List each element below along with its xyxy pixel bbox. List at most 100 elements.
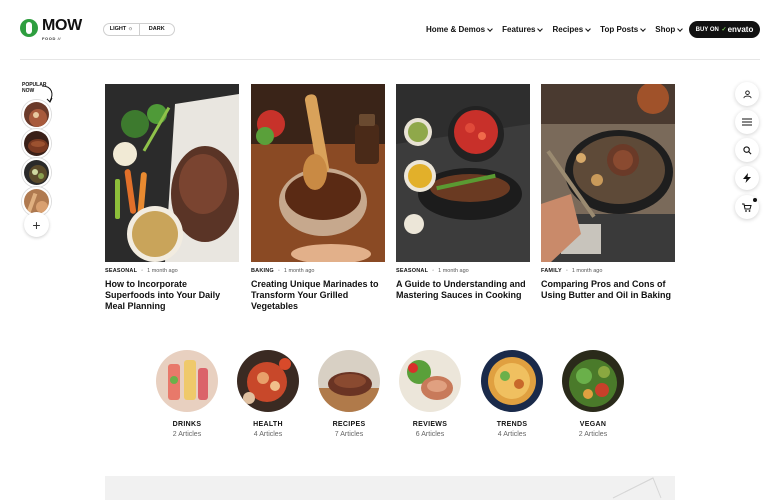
nav-label: Shop [655, 25, 676, 34]
article-time: 1 month ago [283, 268, 315, 274]
clock-icon: ◦ [432, 268, 435, 274]
article-card[interactable]: SEASONAL ◦ 1 month ago How to Incorporat… [105, 84, 239, 312]
category-name: RECIPES [332, 421, 366, 428]
nav-item-recipes[interactable]: Recipes [552, 25, 592, 34]
article-meta: FAMILY ◦ 1 month ago [541, 268, 675, 274]
article-time: 1 month ago [438, 268, 469, 274]
add-popular-button[interactable]: + [24, 212, 49, 237]
category-image[interactable] [156, 350, 218, 412]
article-meta: SEASONAL ◦ 1 month ago [396, 268, 530, 274]
header-divider [20, 59, 760, 60]
theme-toggle: LIGHT ☼ DARK [103, 23, 175, 36]
category-drinks[interactable]: DRINKS 2 Articles [156, 350, 218, 438]
promo-banner [105, 476, 675, 500]
popular-thumb-2[interactable] [22, 129, 51, 158]
cart-badge [753, 198, 757, 202]
category-count: 7 Articles [334, 431, 364, 438]
article-time: 1 month ago [147, 268, 178, 274]
nav-label: Top Posts [600, 25, 639, 34]
account-button[interactable] [735, 82, 759, 106]
trending-button[interactable] [735, 166, 759, 190]
chevron-down-icon [677, 25, 684, 32]
menu-icon [742, 118, 752, 126]
article-image[interactable] [251, 84, 385, 262]
page: MOW FOOD // LIGHT ☼ DARK Home & Demos Fe… [0, 0, 780, 500]
article-category[interactable]: SEASONAL [105, 268, 137, 274]
category-count: 4 Articles [497, 431, 527, 438]
article-meta: SEASONAL ◦ 1 month ago [105, 268, 239, 274]
category-name: HEALTH [253, 421, 283, 428]
category-health[interactable]: HEALTH 4 Articles [237, 350, 299, 438]
buy-prefix: BUY ON [695, 26, 719, 33]
article-card[interactable]: BAKING ◦ 1 month ago Creating Unique Mar… [251, 84, 385, 312]
nav-label: Home & Demos [426, 25, 486, 34]
article-category[interactable]: SEASONAL [396, 268, 428, 274]
cart-button[interactable] [735, 195, 759, 219]
user-icon [742, 89, 752, 98]
category-name: DRINKS [172, 421, 202, 428]
theme-dark-option[interactable]: DARK [140, 24, 175, 35]
bolt-icon [743, 173, 751, 183]
category-count: 2 Articles [578, 431, 608, 438]
category-count: 6 Articles [415, 431, 445, 438]
popular-thumb-3[interactable] [22, 158, 51, 187]
clock-icon: ◦ [141, 268, 144, 274]
category-image[interactable] [399, 350, 461, 412]
category-name: TRENDS [496, 421, 528, 428]
nav-item-home-demos[interactable]: Home & Demos [426, 25, 493, 34]
search-icon [742, 145, 751, 154]
article-title[interactable]: Creating Unique Marinades to Transform Y… [251, 279, 385, 312]
article-title[interactable]: How to Incorporate Superfoods into Your … [105, 279, 239, 312]
category-vegan[interactable]: VEGAN 2 Articles [562, 350, 624, 438]
buy-brand: envato [727, 25, 754, 34]
logo-subtitle: FOOD // [42, 36, 62, 41]
category-image[interactable] [237, 350, 299, 412]
chevron-down-icon [487, 25, 493, 32]
buy-on-envato-button[interactable]: BUY ON ✓ envato [689, 21, 760, 38]
category-trends[interactable]: TRENDS 4 Articles [481, 350, 543, 438]
category-image[interactable] [562, 350, 624, 412]
logo-text: MOW [42, 17, 82, 34]
site-logo[interactable]: MOW FOOD // [20, 17, 82, 41]
article-meta: BAKING ◦ 1 month ago [251, 268, 385, 274]
nav-label: Recipes [552, 25, 584, 34]
category-count: 2 Articles [172, 431, 202, 438]
envato-leaf-icon: ✓ [719, 27, 727, 33]
chevron-down-icon [537, 25, 544, 32]
article-title[interactable]: A Guide to Understanding and Mastering S… [396, 279, 530, 301]
article-card[interactable]: FAMILY ◦ 1 month ago Comparing Pros and … [541, 84, 675, 301]
article-category[interactable]: BAKING [251, 268, 274, 274]
paper-plane-icon [612, 477, 662, 499]
nav-label: Features [502, 25, 536, 34]
article-image[interactable] [541, 84, 675, 262]
search-button[interactable] [735, 138, 759, 162]
main-nav: Home & Demos Features Recipes Top Posts … [426, 25, 684, 34]
article-time: 1 month ago [571, 268, 603, 274]
chevron-down-icon [585, 25, 592, 32]
logo-mark-icon [20, 19, 38, 37]
category-name: REVIEWS [412, 421, 448, 428]
menu-button[interactable] [735, 110, 759, 134]
article-category[interactable]: FAMILY [541, 268, 562, 274]
chevron-down-icon [640, 25, 647, 32]
theme-light-option[interactable]: LIGHT ☼ [104, 24, 140, 35]
category-name: VEGAN [579, 421, 607, 428]
plus-icon: + [32, 216, 41, 233]
article-image[interactable] [396, 84, 530, 262]
category-image[interactable] [481, 350, 543, 412]
clock-icon: ◦ [277, 268, 280, 274]
article-image[interactable] [105, 84, 239, 262]
article-title[interactable]: Comparing Pros and Cons of Using Butter … [541, 279, 675, 301]
nav-item-top-posts[interactable]: Top Posts [600, 25, 647, 34]
article-card[interactable]: SEASONAL ◦ 1 month ago A Guide to Unders… [396, 84, 530, 301]
nav-item-shop[interactable]: Shop [655, 25, 684, 34]
category-image[interactable] [318, 350, 380, 412]
popular-thumb-1[interactable] [22, 100, 51, 129]
cart-icon [742, 203, 752, 212]
clock-icon: ◦ [565, 268, 568, 274]
category-recipes[interactable]: RECIPES 7 Articles [318, 350, 380, 438]
category-count: 4 Articles [253, 431, 283, 438]
nav-item-features[interactable]: Features [502, 25, 544, 34]
category-reviews[interactable]: REVIEWS 6 Articles [399, 350, 461, 438]
site-header: MOW FOOD // LIGHT ☼ DARK Home & Demos Fe… [0, 0, 780, 60]
